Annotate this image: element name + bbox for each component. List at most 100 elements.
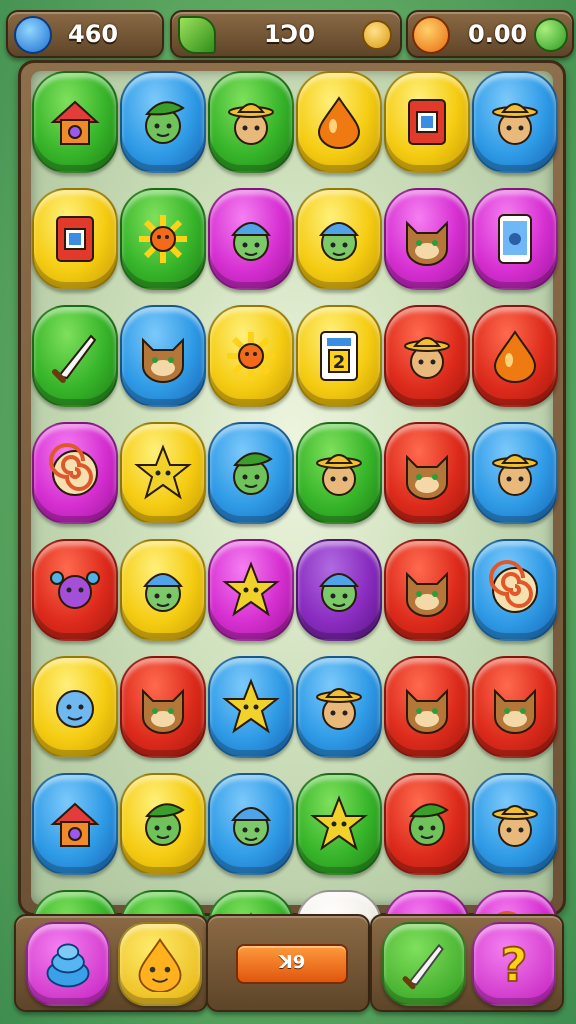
clover-icon <box>534 18 568 52</box>
tile-red-flower-face[interactable] <box>32 539 118 641</box>
tile-green-hat-face[interactable] <box>208 71 294 173</box>
tile-yellow-cap-face[interactable] <box>120 539 206 641</box>
tile-red-cat-face[interactable] <box>384 656 470 758</box>
tile-blue-leaf-face[interactable] <box>208 422 294 524</box>
gems-value: 460 <box>68 20 119 48</box>
sun-icon <box>227 332 275 380</box>
face-icon <box>56 690 94 728</box>
tile-blue-swirl[interactable] <box>472 539 558 641</box>
tile-red-cat-face[interactable] <box>472 656 558 758</box>
tile-green-hat-face[interactable] <box>296 422 382 524</box>
tile-yellow-leaf-face[interactable] <box>120 773 206 875</box>
tile-yellow-sun[interactable] <box>208 305 294 407</box>
face-booster-button[interactable] <box>118 922 202 1006</box>
tile-purple-cap-face[interactable] <box>296 539 382 641</box>
house-icon <box>50 100 100 145</box>
hat-face-icon <box>492 805 538 847</box>
question-icon: ? <box>500 938 529 992</box>
knife-icon <box>402 943 444 990</box>
tile-blue-hat-face[interactable] <box>472 422 558 524</box>
tile-yellow-face[interactable] <box>32 656 118 758</box>
energy-counter[interactable]: 0.00 <box>406 10 574 58</box>
tile-yellow-card-2[interactable]: 2 <box>296 305 382 407</box>
tile-pink-swirl[interactable] <box>32 422 118 524</box>
cat-face-icon <box>142 337 184 383</box>
tile-red-cat-face[interactable] <box>384 422 470 524</box>
tile-pink-star[interactable] <box>208 539 294 641</box>
tile-green-star[interactable] <box>296 773 382 875</box>
cat-face-icon <box>406 454 448 500</box>
tile-yellow-box[interactable] <box>32 188 118 290</box>
tile-green-sun[interactable] <box>120 188 206 290</box>
hat-face-icon <box>316 688 362 730</box>
drop-icon <box>493 330 537 383</box>
tile-yellow-box[interactable] <box>384 71 470 173</box>
cat-face-icon <box>406 688 448 734</box>
tile-yellow-drop[interactable] <box>296 71 382 173</box>
house-icon <box>50 802 100 847</box>
booster-panel-right: ? <box>370 914 564 1012</box>
game-board: 2 <box>18 60 566 992</box>
leaf-face-icon <box>233 452 273 495</box>
hat-face-icon <box>404 337 450 379</box>
tile-green-knife[interactable] <box>32 305 118 407</box>
flower-face-icon <box>50 571 100 609</box>
cap-face-icon <box>142 573 184 612</box>
tile-pink-cap-face[interactable] <box>208 188 294 290</box>
booster-panel-left <box>14 914 208 1012</box>
swirl-icon <box>49 443 98 496</box>
tile-pink-cat-face[interactable] <box>384 188 470 290</box>
hive-booster-button[interactable] <box>26 922 110 1006</box>
score-counter[interactable]: 1Ↄ0 <box>170 10 402 58</box>
drop-icon <box>317 96 361 149</box>
tile-red-cat-face[interactable] <box>120 656 206 758</box>
tile-blue-house[interactable] <box>32 773 118 875</box>
tile-blue-hat-face[interactable] <box>296 656 382 758</box>
tile-red-hat-face[interactable] <box>384 305 470 407</box>
cap-face-icon <box>318 573 360 612</box>
orange-drop-icon <box>412 16 450 54</box>
leaf-face-icon <box>409 803 449 846</box>
hat-face-icon <box>492 454 538 496</box>
hat-face-icon <box>492 103 538 145</box>
tile-blue-leaf-face[interactable] <box>120 71 206 173</box>
card-2-icon: 2 <box>320 331 358 381</box>
tile-green-house[interactable] <box>32 71 118 173</box>
swirl-icon <box>489 560 538 613</box>
cat-face-icon <box>406 220 448 266</box>
hat-face-icon <box>316 454 362 496</box>
knife-booster-button[interactable] <box>382 922 466 1006</box>
card-number: 2 <box>333 352 346 373</box>
leaf-icon <box>178 16 216 54</box>
score-value: 1Ↄ0 <box>264 20 316 48</box>
hint-button[interactable]: ? <box>472 922 556 1006</box>
cap-face-icon <box>230 807 272 846</box>
box-icon <box>408 99 446 145</box>
leaf-face-icon <box>145 101 185 144</box>
tile-yellow-star[interactable] <box>120 422 206 524</box>
tile-blue-hat-face[interactable] <box>472 773 558 875</box>
cap-face-icon <box>318 222 360 261</box>
tile-red-leaf-face[interactable] <box>384 773 470 875</box>
sun-icon <box>139 215 187 263</box>
drop-face-icon <box>138 938 182 992</box>
tile-blue-cap-face[interactable] <box>208 773 294 875</box>
star-icon <box>310 795 368 851</box>
tile-blue-cat-face[interactable] <box>120 305 206 407</box>
energy-value: 0.00 <box>468 20 528 48</box>
tile-red-cat-face[interactable] <box>384 539 470 641</box>
tile-red-drop[interactable] <box>472 305 558 407</box>
tile-yellow-cap-face[interactable] <box>296 188 382 290</box>
tile-blue-star[interactable] <box>208 656 294 758</box>
gems-counter[interactable]: 460 <box>6 10 164 58</box>
tile-blue-hat-face[interactable] <box>472 71 558 173</box>
center-panel: ꓘ9 <box>206 914 370 1012</box>
board-grid: 2 <box>31 71 558 992</box>
hive-icon <box>46 943 90 988</box>
cat-face-icon <box>406 571 448 617</box>
tile-pink-phone[interactable] <box>472 188 558 290</box>
hat-face-icon <box>228 103 274 145</box>
play-button[interactable]: ꓘ9 <box>236 944 348 984</box>
leaf-face-icon <box>145 803 185 846</box>
star-icon <box>134 444 192 500</box>
